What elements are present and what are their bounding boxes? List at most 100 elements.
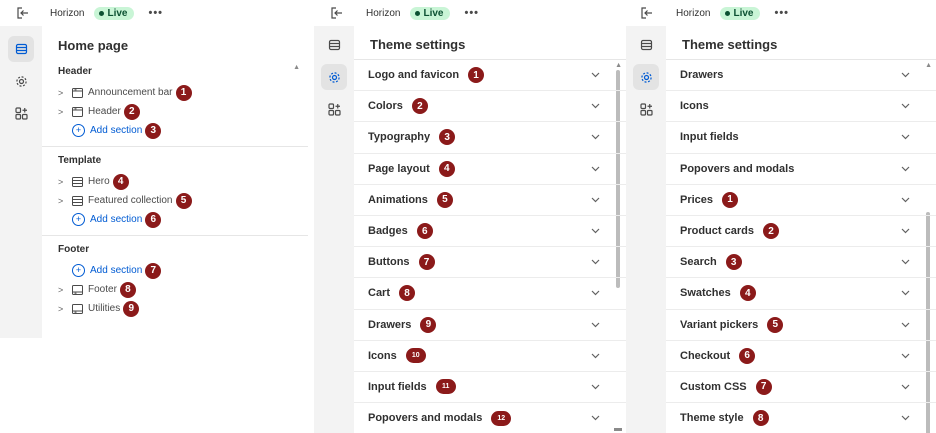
- settings-row-theme-style[interactable]: Theme style 8: [666, 403, 936, 433]
- callout-badge: 1: [175, 84, 192, 101]
- settings-row-swatches[interactable]: Swatches 4: [666, 278, 936, 310]
- tree-item-footer[interactable]: > Footer 8: [58, 280, 296, 299]
- callout-badge: 7: [145, 262, 162, 279]
- status-dot-icon: [725, 10, 731, 16]
- settings-row-label: Buttons: [368, 256, 410, 269]
- add-section-button[interactable]: + Add section 6: [58, 210, 296, 229]
- expand-chevron-icon[interactable]: >: [58, 88, 72, 98]
- more-actions-button[interactable]: •••: [774, 7, 789, 19]
- exit-icon[interactable]: [638, 5, 654, 21]
- expand-chevron-icon[interactable]: >: [58, 304, 72, 314]
- settings-row-label: Icons: [368, 349, 397, 362]
- settings-row-icons[interactable]: Icons: [666, 91, 936, 123]
- theme-settings-content: Theme settings ▲ Drawers Icons Input field…: [666, 26, 936, 433]
- callout-badge: 3: [725, 254, 742, 271]
- chevron-down-icon: [901, 322, 910, 327]
- settings-row-label: Search: [680, 256, 717, 269]
- sections-icon[interactable]: [321, 32, 347, 58]
- sections-icon[interactable]: [8, 36, 34, 62]
- apps-icon[interactable]: [8, 100, 34, 126]
- settings-row-label: Typography: [368, 131, 431, 144]
- settings-row-popovers-and-modals[interactable]: Popovers and modals: [666, 154, 936, 185]
- settings-row-label: Theme style: [680, 412, 744, 425]
- app-name: Horizon: [50, 7, 85, 19]
- callout-badge: 6: [739, 347, 756, 364]
- settings-row-icons[interactable]: Icons 10: [354, 341, 626, 372]
- chevron-down-icon: [901, 72, 910, 78]
- settings-row-checkout[interactable]: Checkout 6: [666, 341, 936, 372]
- settings-row-label: Popovers and modals: [368, 412, 483, 425]
- callout-badge: 3: [439, 129, 456, 146]
- settings-row-badges[interactable]: Badges 6: [354, 216, 626, 248]
- add-section-button[interactable]: + Add section 7: [58, 261, 296, 280]
- settings-row-input-fields[interactable]: Input fields: [666, 122, 936, 154]
- sections-icon[interactable]: [633, 32, 659, 58]
- settings-row-label: Page layout: [368, 162, 430, 175]
- settings-row-label: Prices: [680, 193, 714, 206]
- settings-row-animations[interactable]: Animations 5: [354, 185, 626, 216]
- settings-gear-icon[interactable]: [633, 64, 659, 90]
- settings-row-buttons[interactable]: Buttons 7: [354, 247, 626, 279]
- section-icon: [72, 87, 88, 98]
- settings-row-custom-css[interactable]: Custom CSS 7: [666, 372, 936, 404]
- settings-row-label: Icons: [680, 100, 709, 113]
- tree-item-hero[interactable]: > Hero 4: [58, 172, 296, 191]
- theme-settings-editor-1: Horizon Live ••• Theme settings ▲ Logo a…: [314, 0, 626, 433]
- more-actions-button[interactable]: •••: [148, 7, 163, 19]
- callout-badge: 7: [418, 254, 435, 271]
- settings-row-label: Cart: [368, 287, 391, 300]
- settings-row-input-fields[interactable]: Input fields 11: [354, 372, 626, 404]
- settings-row-variant-pickers[interactable]: Variant pickers 5: [666, 310, 936, 341]
- expand-chevron-icon[interactable]: >: [58, 196, 72, 206]
- expand-chevron-icon[interactable]: >: [58, 177, 72, 187]
- settings-row-page-layout[interactable]: Page layout 4: [354, 154, 626, 185]
- settings-row-logo-and-favicon[interactable]: Logo and favicon 1: [354, 60, 626, 92]
- tree-item-label: Hero: [88, 176, 110, 187]
- tree-item-label: Footer: [88, 284, 117, 295]
- apps-icon[interactable]: [633, 96, 659, 122]
- tree-item-header[interactable]: > Header 2: [58, 102, 296, 121]
- add-circle-icon: +: [72, 264, 85, 277]
- settings-row-label: Checkout: [680, 349, 731, 362]
- add-section-button[interactable]: + Add section 3: [58, 121, 296, 140]
- more-actions-button[interactable]: •••: [464, 7, 479, 19]
- settings-row-label: Variant pickers: [680, 318, 759, 331]
- settings-gear-icon[interactable]: [8, 68, 34, 94]
- callout-badge: 4: [112, 173, 129, 190]
- add-circle-icon: +: [72, 124, 85, 137]
- callout-badge: 7: [755, 378, 772, 395]
- settings-row-popovers-and-modals[interactable]: Popovers and modals 12: [354, 403, 626, 433]
- settings-row-product-cards[interactable]: Product cards 2: [666, 216, 936, 248]
- tree-item-label: Featured collection: [88, 195, 173, 206]
- settings-list: Logo and favicon 1 Colors 2 Typography 3 Page …: [354, 60, 626, 433]
- settings-row-colors[interactable]: Colors 2: [354, 91, 626, 123]
- tree-item-featured-collection[interactable]: > Featured collection 5: [58, 191, 296, 210]
- scroll-up-icon[interactable]: ▲: [293, 64, 300, 71]
- footer-group: Footer + Add section 7 > Footer 8 > Util…: [42, 236, 308, 318]
- tree-item-utilities[interactable]: > Utilities 9: [58, 299, 296, 318]
- settings-row-search[interactable]: Search 3: [666, 247, 936, 279]
- settings-row-drawers[interactable]: Drawers 9: [354, 310, 626, 341]
- app-name: Horizon: [676, 7, 711, 19]
- settings-row-label: Animations: [368, 193, 428, 206]
- settings-row-drawers[interactable]: Drawers: [666, 60, 936, 92]
- settings-row-label: Drawers: [368, 318, 412, 331]
- settings-row-cart[interactable]: Cart 8: [354, 278, 626, 310]
- exit-icon[interactable]: [14, 5, 30, 21]
- callout-badge: 5: [175, 192, 192, 209]
- settings-list: Drawers Icons Input fields Popovers and mod…: [666, 60, 936, 433]
- chevron-down-icon: [591, 259, 600, 265]
- tree-item-announcement-bar[interactable]: > Announcement bar 1: [58, 83, 296, 102]
- expand-chevron-icon[interactable]: >: [58, 107, 72, 117]
- settings-row-typography[interactable]: Typography 3: [354, 122, 626, 154]
- chevron-down-icon: [591, 353, 600, 359]
- add-section-label: Add section: [90, 265, 143, 276]
- settings-row-prices[interactable]: Prices 1: [666, 185, 936, 216]
- callout-badge: 2: [123, 103, 140, 120]
- callout-badge: 8: [119, 281, 136, 298]
- chevron-down-icon: [901, 135, 910, 140]
- exit-icon[interactable]: [328, 5, 344, 21]
- expand-chevron-icon[interactable]: >: [58, 285, 72, 295]
- apps-icon[interactable]: [321, 96, 347, 122]
- settings-gear-icon[interactable]: [321, 64, 347, 90]
